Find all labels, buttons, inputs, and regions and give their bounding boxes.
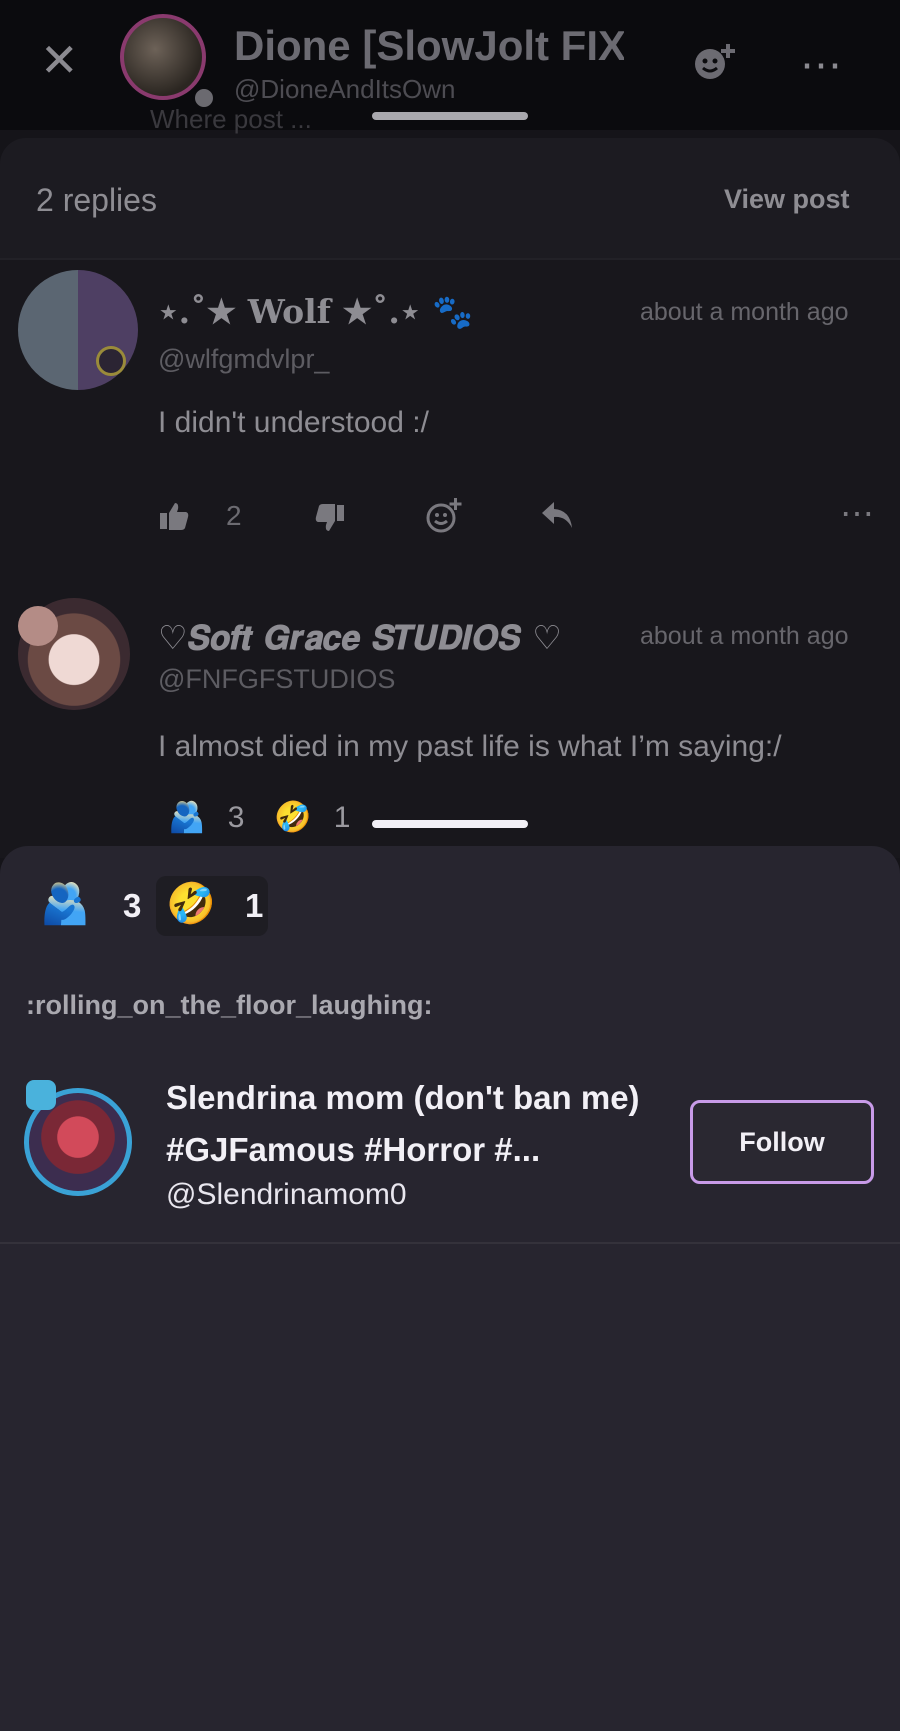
reaction-tab-laugh-content[interactable]: 🤣 1 [166, 880, 263, 927]
more-options-icon[interactable]: ⋯ [800, 40, 844, 89]
user-handle[interactable]: @Slendrinamom0 [166, 1178, 407, 1212]
reaction-count: 3 [227, 801, 245, 834]
follow-button[interactable]: Follow [690, 1100, 874, 1184]
dislike-icon[interactable] [314, 502, 346, 534]
reply-author-handle[interactable]: @wlfgmdvlpr_ [158, 344, 329, 375]
reply-icon[interactable] [540, 500, 574, 530]
add-reaction-icon[interactable] [424, 496, 464, 536]
close-icon[interactable]: ✕ [40, 37, 80, 83]
add-reaction-icon[interactable] [690, 42, 740, 82]
reply-text: I didn't understood :/ [158, 406, 429, 439]
reply-more-icon[interactable]: ⋯ [840, 494, 874, 534]
list-divider [0, 1242, 900, 1244]
author-avatar[interactable] [120, 14, 206, 100]
reply-author-handle[interactable]: @FNFGFSTUDIOS [158, 664, 395, 695]
hug-emoji-icon: 🫂 [40, 882, 90, 926]
reply-timestamp: about a month ago [640, 298, 849, 326]
level-badge-icon [96, 346, 126, 376]
reaction-tab-count: 1 [244, 887, 264, 924]
emoji-shortcode-label: :rolling_on_the_floor_laughing: [26, 990, 433, 1020]
hug-emoji-icon: 🫂 [168, 801, 206, 834]
reply-text: I almost died in my past life is what I’… [158, 730, 782, 763]
reply-author-name[interactable]: ♡𝑺𝒐𝒇𝒕 𝑮𝒓𝒂𝒄𝒆 𝑺𝑻𝑼𝑫𝑰𝑶𝑺 ♡ [158, 618, 608, 658]
like-icon[interactable] [158, 500, 190, 532]
post-text-preview: Where post ... [150, 104, 312, 134]
reactions-sheet [0, 846, 900, 1731]
reaction-chip-hug[interactable]: 🫂 3 [168, 800, 244, 835]
reply-author-name[interactable]: ⋆.˚★ Wolf ★˚.⋆ 🐾 [158, 292, 473, 332]
reaction-tab-count: 3 [122, 887, 142, 924]
like-count: 2 [226, 500, 242, 531]
laugh-emoji-icon: 🤣 [166, 882, 216, 926]
view-post-button[interactable]: View post [724, 184, 850, 215]
reaction-tab-hug[interactable]: 🫂 3 [40, 880, 141, 927]
sheet-drag-handle[interactable] [372, 112, 528, 120]
reaction-chip-laugh[interactable]: 🤣 1 [274, 800, 350, 835]
replies-count: 2 replies [36, 182, 157, 218]
post-author-name: Dione [SlowJolt FIX [234, 22, 624, 69]
reaction-count: 1 [333, 801, 351, 834]
reply-timestamp: about a month ago [640, 622, 849, 650]
flower-icon [18, 606, 58, 646]
gamepad-badge-icon [26, 1080, 56, 1110]
sheet-drag-handle[interactable] [372, 820, 528, 828]
post-author-handle: @DioneAndItsOwn [234, 74, 456, 104]
laugh-emoji-icon: 🤣 [274, 801, 312, 834]
user-display-name[interactable]: Slendrina mom (don't ban me) #GJFamous #… [166, 1072, 656, 1176]
